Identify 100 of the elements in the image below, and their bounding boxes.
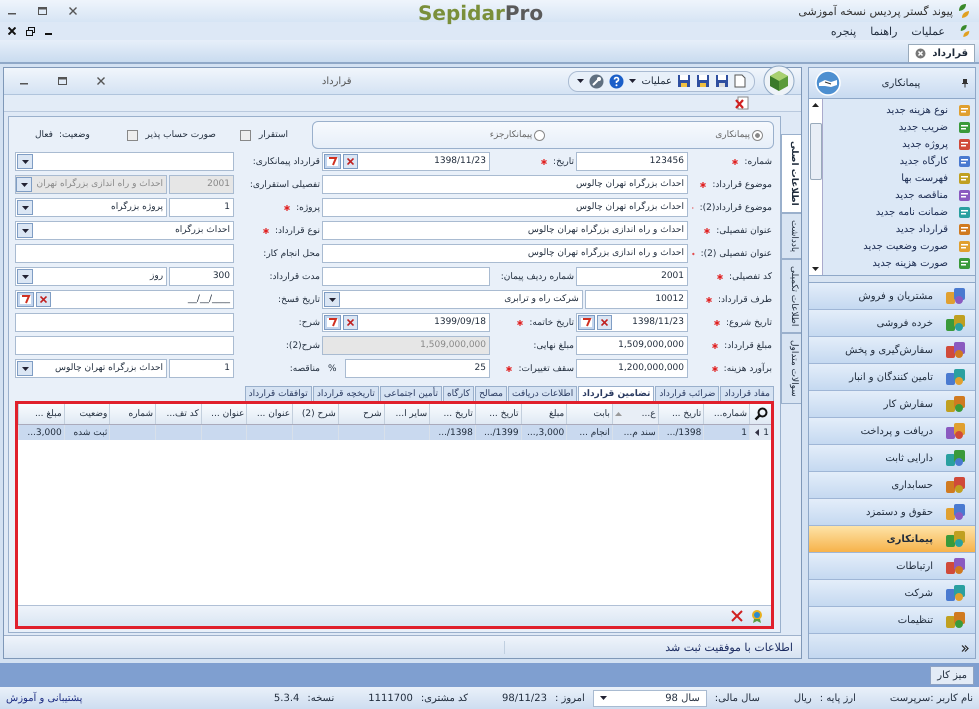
help-icon[interactable] (609, 74, 624, 88)
dropdown-field[interactable]: پروژه بزرگراه (15, 198, 168, 217)
date-field[interactable]: 1398/11/23 (322, 152, 490, 171)
input-field[interactable]: احداث بزرگراه تهران چالوس (322, 198, 688, 217)
code-field[interactable]: 300 (169, 267, 234, 286)
search-icon[interactable] (754, 407, 768, 421)
splitter-handle[interactable] (809, 275, 975, 283)
input-field[interactable] (15, 313, 234, 332)
medal-icon[interactable] (751, 609, 763, 623)
maximize-button[interactable] (58, 77, 67, 85)
year-dropdown[interactable]: سال 98 (592, 690, 707, 706)
new-document-icon[interactable] (734, 74, 746, 88)
module-button[interactable]: تنظیمات (809, 607, 975, 634)
tab[interactable]: مفاد قرارداد (720, 386, 774, 401)
wrench-icon[interactable] (589, 74, 604, 88)
calendar-icon[interactable] (17, 292, 34, 307)
input-field[interactable]: 2001 (576, 267, 688, 286)
taskbar-button[interactable]: میز کار (930, 666, 974, 684)
document-tab[interactable]: قرارداد (908, 44, 975, 62)
shortcut-item[interactable]: صورت وضعیت جدید (823, 240, 971, 253)
checkbox[interactable] (240, 130, 251, 140)
column-header[interactable]: ع... (612, 404, 658, 424)
date-field[interactable]: __/__/____ (15, 290, 234, 309)
column-header[interactable]: کد تف... (155, 404, 201, 424)
shortcut-item[interactable]: صورت هزینه جدید (823, 257, 971, 270)
scroll-down-arrow-icon[interactable] (812, 267, 819, 271)
input-field[interactable]: 25 (344, 359, 490, 378)
column-header[interactable]: بابت (566, 404, 612, 424)
shortcut-item[interactable]: فهرست بها (823, 172, 971, 185)
menu-item[interactable]: عملیات (911, 24, 945, 38)
radio-option[interactable]: پیمانکاری (715, 130, 763, 140)
input-field[interactable]: 1,509,000,000 (576, 336, 688, 355)
delete-document-icon[interactable] (735, 96, 749, 110)
date-field[interactable]: 1399/09/18 (322, 313, 490, 332)
dropdown-button[interactable] (17, 200, 33, 215)
checkbox[interactable] (126, 130, 138, 140)
module-button[interactable]: سفارش کار (809, 391, 975, 418)
input-field[interactable]: 123456 (576, 152, 688, 171)
shortcut-item[interactable]: پروژه جدید (823, 138, 971, 151)
menu-item[interactable]: پنجره (830, 24, 856, 38)
shortcut-item[interactable]: قرارداد جدید (823, 223, 971, 236)
radio-option[interactable]: پیمانکارجزء (490, 130, 546, 140)
column-header[interactable]: عنوان ... (200, 404, 246, 424)
module-button[interactable]: مشتریان و فروش (809, 283, 975, 310)
close-button[interactable] (97, 77, 105, 85)
module-button[interactable]: سفارش‌گیری و پخش (809, 337, 975, 364)
maximize-button[interactable] (38, 7, 47, 15)
scroll-up-arrow-icon[interactable] (812, 103, 819, 107)
tab[interactable]: تاریخچه قرارداد (312, 386, 379, 401)
dropdown-field[interactable]: شرکت راه و ترابری (322, 290, 583, 309)
date-field[interactable]: 1398/11/23 (576, 313, 688, 332)
restore-button[interactable] (26, 26, 35, 36)
close-button[interactable] (69, 7, 77, 15)
support-link[interactable]: پشتیبانی و آموزش (6, 692, 82, 704)
side-tab[interactable]: یادداشت (781, 212, 801, 259)
column-header[interactable]: شرح (338, 404, 384, 424)
menu-item[interactable]: راهنما (870, 24, 898, 38)
pin-icon[interactable] (961, 78, 969, 88)
calendar-icon[interactable] (578, 315, 595, 330)
save-icon[interactable] (677, 74, 691, 88)
scrollbar[interactable] (809, 99, 823, 275)
dropdown-field[interactable]: احداث بزرگراه تهران چالوس (15, 359, 168, 378)
calendar-icon[interactable] (324, 315, 341, 330)
module-button[interactable]: خرده فروشی (809, 310, 975, 337)
tab[interactable]: کارگاه (442, 386, 474, 401)
shortcut-item[interactable]: ضریب جدید (823, 121, 971, 134)
dropdown-button[interactable] (16, 177, 32, 192)
side-tab[interactable]: اطلاعات اصلی (781, 134, 801, 213)
chevron-icon[interactable] (961, 645, 969, 652)
column-header[interactable]: سایر ا... (384, 404, 430, 424)
module-button[interactable]: شرکت (809, 580, 975, 607)
dropdown-button[interactable] (17, 361, 33, 376)
column-header[interactable]: وضعیت (64, 404, 110, 424)
module-button[interactable]: تامین کنندگان و انبار (809, 364, 975, 391)
column-header[interactable]: تاریخ ... (429, 404, 475, 424)
code-field[interactable]: 1 (169, 198, 234, 217)
input-field[interactable]: احداث بزرگراه تهران چالوس (322, 175, 688, 194)
code-field[interactable]: 10012 (584, 290, 688, 309)
save-icon[interactable] (715, 74, 729, 88)
tab[interactable]: تأمین اجتماعی (380, 386, 442, 401)
shortcut-item[interactable]: مناقصه جدید (823, 189, 971, 202)
module-button[interactable]: پیمانکاری (809, 526, 975, 553)
input-field[interactable] (15, 336, 234, 355)
tab[interactable]: تضامین قرارداد (578, 386, 654, 401)
clear-button[interactable] (343, 154, 358, 169)
tab[interactable]: ضرائب قرارداد (655, 386, 720, 401)
side-tab[interactable]: سوالات متداول (781, 333, 801, 404)
column-header[interactable]: تاریخ ... (474, 404, 521, 424)
column-header[interactable]: مبلغ ... (18, 404, 64, 424)
input-field[interactable]: احداث و راه اندازی بزرگراه تهران چالوس (322, 221, 688, 240)
dropdown-field[interactable] (15, 152, 234, 171)
column-header[interactable]: عنوان ... (246, 404, 292, 424)
column-header[interactable]: شماره... (703, 404, 749, 424)
module-button[interactable]: حسابداری (809, 472, 975, 499)
clear-button[interactable] (597, 315, 612, 330)
code-field[interactable]: 1 (169, 359, 234, 378)
column-header[interactable]: شرح (2) (292, 404, 338, 424)
calendar-icon[interactable] (324, 154, 341, 169)
save-icon[interactable] (696, 74, 710, 88)
delete-icon[interactable] (731, 610, 743, 622)
